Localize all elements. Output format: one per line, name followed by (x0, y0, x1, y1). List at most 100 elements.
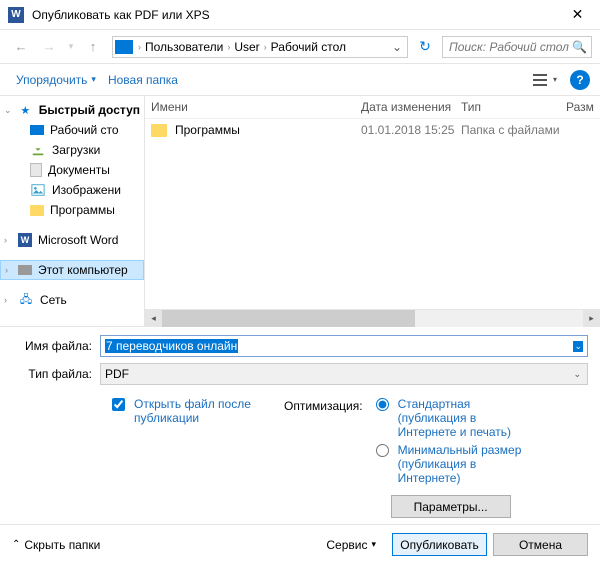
organize-label: Упорядочить (16, 73, 87, 87)
filetype-value: PDF (105, 367, 129, 381)
sidebar-item-word[interactable]: ›WMicrosoft Word (0, 230, 144, 250)
filetype-select[interactable]: PDF ⌄ (100, 363, 588, 385)
chevron-down-icon: ⌄ (573, 369, 581, 380)
sidebar-label: Быстрый доступ (39, 103, 140, 117)
sidebar-item-desktop[interactable]: Рабочий сто (0, 120, 144, 140)
chevron-up-icon: ⌃ (12, 539, 20, 550)
service-label: Сервис (326, 538, 367, 552)
sidebar-item-network[interactable]: › 🖧 Сеть (0, 290, 144, 310)
sidebar-item-documents[interactable]: Документы (0, 160, 144, 180)
folder-icon (30, 205, 44, 216)
crumb-users[interactable]: Пользователи (142, 40, 226, 54)
sidebar-item-quick-access[interactable]: ⌄ ★ Быстрый доступ (0, 100, 144, 120)
opt-minimal-label[interactable]: Минимальный размер (публикация в Интерне… (398, 443, 538, 485)
refresh-button[interactable]: ↻ (414, 36, 436, 58)
filetype-label: Тип файла: (12, 367, 100, 381)
column-headers: Имени Дата изменения Тип Разм (145, 96, 600, 119)
hide-folders-label: Скрыть папки (24, 538, 100, 552)
parameters-button[interactable]: Параметры... (391, 495, 511, 518)
folder-icon (151, 124, 167, 137)
new-folder-label: Новая папка (108, 73, 178, 87)
view-options-button[interactable]: ▾ (528, 69, 562, 91)
word-app-icon: W (8, 7, 24, 23)
download-icon (30, 142, 46, 158)
search-icon: 🔍 (572, 40, 587, 54)
publish-button[interactable]: Опубликовать (392, 533, 487, 556)
open-after-checkbox[interactable] (112, 398, 125, 411)
expand-icon[interactable]: ⌄ (4, 105, 12, 116)
breadcrumb-path[interactable]: › Пользователи › User › Рабочий стол ⌄ (112, 36, 408, 58)
sidebar-label: Этот компьютер (38, 263, 128, 277)
filename-value: 7 переводчиков онлайн (105, 339, 238, 353)
sidebar: ⌄ ★ Быстрый доступ Рабочий сто Загрузки До… (0, 96, 145, 326)
row-type: Папка с файлами (461, 123, 566, 137)
sidebar-item-programs[interactable]: Программы (0, 200, 144, 220)
opt-standard-label[interactable]: Стандартная (публикация в Интернете и пе… (398, 397, 538, 439)
cancel-button[interactable]: Отмена (493, 533, 588, 556)
row-name: Программы (175, 123, 361, 137)
optimization-label: Оптимизация: (284, 397, 363, 518)
scroll-left[interactable]: ◂ (145, 310, 162, 327)
col-type[interactable]: Тип (461, 100, 566, 114)
star-icon: ★ (18, 102, 33, 118)
sidebar-label: Документы (48, 163, 110, 177)
form-area: Имя файла: 7 переводчиков онлайн ⌄ Тип фа… (0, 326, 600, 524)
chevron-down-icon[interactable]: ⌄ (573, 341, 583, 352)
word-icon: W (18, 233, 32, 247)
recent-dropdown[interactable]: ▾ (64, 36, 78, 58)
footer: ⌃ Скрыть папки Сервис ▾ Опубликовать Отм… (0, 524, 600, 564)
title-bar: W Опубликовать как PDF или XPS ✕ (0, 0, 600, 30)
sidebar-label: Рабочий сто (50, 123, 119, 137)
this-pc-icon (115, 40, 133, 54)
row-date: 01.01.2018 15:25 (361, 123, 461, 137)
filename-label: Имя файла: (12, 339, 100, 353)
organize-button[interactable]: Упорядочить ▾ (10, 69, 102, 91)
new-folder-button[interactable]: Новая папка (102, 69, 184, 91)
nav-bar: ← → ▾ ↑ › Пользователи › User › Рабочий … (0, 30, 600, 64)
filename-input[interactable]: 7 переводчиков онлайн ⌄ (100, 335, 588, 357)
scroll-thumb[interactable] (162, 310, 415, 327)
service-dropdown[interactable]: Сервис ▾ (326, 538, 376, 552)
window-title: Опубликовать как PDF или XPS (32, 8, 555, 22)
search-input[interactable] (447, 39, 572, 55)
forward-button[interactable]: → (36, 36, 62, 58)
path-dropdown[interactable]: ⌄ (389, 40, 405, 54)
sidebar-label: Сеть (40, 293, 67, 307)
help-button[interactable]: ? (570, 70, 590, 90)
toolbar: Упорядочить ▾ Новая папка ▾ ? (0, 64, 600, 96)
file-row[interactable]: Программы 01.01.2018 15:25 Папка с файла… (145, 119, 600, 141)
opt-standard-radio[interactable] (376, 398, 389, 411)
sidebar-item-downloads[interactable]: Загрузки (0, 140, 144, 160)
expand-icon[interactable]: › (5, 265, 8, 275)
col-date[interactable]: Дата изменения (361, 100, 461, 114)
horizontal-scrollbar[interactable]: ◂ ▸ (145, 309, 600, 326)
col-size[interactable]: Разм (566, 100, 600, 114)
chevron-down-icon: ▾ (91, 74, 96, 85)
scroll-track[interactable] (162, 310, 583, 327)
picture-icon (30, 182, 46, 198)
search-box[interactable]: 🔍 (442, 36, 592, 58)
sidebar-item-pictures[interactable]: Изображени (0, 180, 144, 200)
close-button[interactable]: ✕ (555, 0, 600, 30)
sidebar-label: Программы (50, 203, 115, 217)
sidebar-item-this-pc[interactable]: › Этот компьютер (0, 260, 144, 280)
sidebar-label: Загрузки (52, 143, 100, 157)
opt-minimal-radio[interactable] (376, 444, 389, 457)
desktop-icon (30, 125, 44, 135)
file-area: Имени Дата изменения Тип Разм Программы … (145, 96, 600, 326)
network-icon: 🖧 (18, 292, 34, 308)
up-button[interactable]: ↑ (80, 36, 106, 58)
chevron-down-icon: ▾ (371, 539, 376, 550)
expand-icon[interactable]: › (4, 295, 7, 305)
expand-icon[interactable]: › (4, 235, 7, 245)
open-after-label[interactable]: Открыть файл после публикации (134, 397, 254, 425)
scroll-right[interactable]: ▸ (583, 310, 600, 327)
sidebar-label: Изображени (52, 183, 121, 197)
document-icon (30, 163, 42, 177)
col-name[interactable]: Имени (151, 100, 361, 114)
crumb-desktop[interactable]: Рабочий стол (268, 40, 349, 54)
pc-icon (18, 265, 32, 275)
crumb-user[interactable]: User (231, 40, 262, 54)
hide-folders-button[interactable]: ⌃ Скрыть папки (12, 538, 100, 552)
back-button[interactable]: ← (8, 36, 34, 58)
